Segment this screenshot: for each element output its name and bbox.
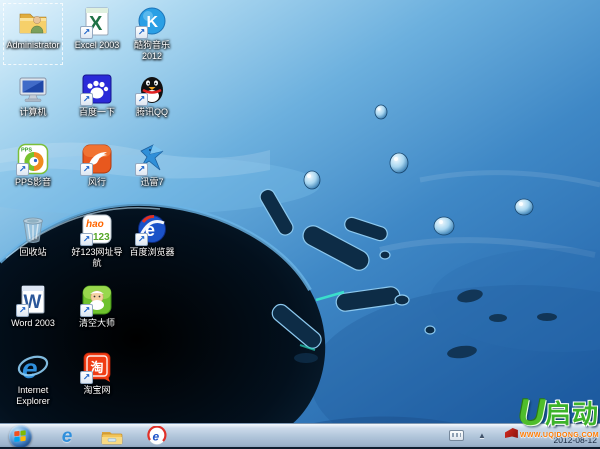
shortcut-arrow-icon: ↗	[80, 93, 93, 106]
svg-text:PPS: PPS	[21, 148, 32, 154]
tray-clock-date[interactable]: 2012-08-12	[554, 435, 597, 445]
ie-icon: e	[17, 351, 49, 383]
baidu-browser-e-icon: e	[147, 426, 167, 446]
user-folder-icon	[17, 6, 49, 38]
shortcut-arrow-icon: ↗	[80, 371, 93, 384]
desktop-icon-recycle-bin[interactable]: 回收站	[1, 213, 65, 258]
start-button[interactable]	[5, 425, 35, 447]
svg-text:123: 123	[93, 232, 110, 243]
funshion-bird-icon: ↗	[81, 143, 113, 175]
folder-icon	[100, 426, 124, 446]
svg-text:K: K	[147, 14, 159, 31]
icon-label: 腾讯QQ	[124, 107, 180, 118]
icon-label: 酷狗音乐 2012	[124, 40, 180, 62]
recycle-bin-icon	[17, 213, 49, 245]
taskbar-internet-explorer[interactable]: e	[52, 425, 82, 447]
shortcut-arrow-icon: ↗	[80, 163, 93, 176]
desktop-icon-xunlei[interactable]: ↗ 迅雷7	[120, 143, 184, 188]
desktop-icon-administrator[interactable]: Administrator	[1, 6, 65, 51]
windows-flag-icon	[9, 425, 32, 448]
desktop-icon-pps[interactable]: PPS ↗ PPS影音	[1, 143, 65, 188]
computer-icon	[17, 73, 49, 105]
shortcut-arrow-icon: ↗	[80, 26, 93, 39]
icon-label: 好123网址导航	[69, 247, 125, 269]
desktop-icon-tencent-qq[interactable]: ↗ 腾讯QQ	[120, 73, 184, 118]
shortcut-arrow-icon: ↗	[135, 163, 148, 176]
taskbar-windows-explorer[interactable]	[97, 425, 127, 447]
shortcut-arrow-icon: ↗	[16, 163, 29, 176]
desktop-icon-kugou-music[interactable]: K ↗ 酷狗音乐 2012	[120, 6, 184, 62]
shortcut-arrow-icon: ↗	[80, 304, 93, 317]
taobao-icon: 淘 ↗	[81, 351, 113, 383]
baidu-browser-icon: e ↗	[136, 213, 168, 245]
icon-label: 百度一下	[69, 107, 125, 118]
shortcut-arrow-icon: ↗	[135, 233, 148, 246]
hao123-icon: hao 123 ↗	[81, 213, 113, 245]
icon-label: 回收站	[5, 247, 61, 258]
desktop: Administrator X ↗ Excel 2003 K ↗ 酷狗音乐 20…	[0, 0, 600, 449]
icon-label: Word 2003	[5, 318, 61, 329]
pps-icon: PPS ↗	[17, 143, 49, 175]
desktop-icon-taobao[interactable]: 淘 ↗ 淘宝网	[65, 351, 129, 396]
icon-label: 风行	[69, 177, 125, 188]
ie-e-icon: e	[62, 427, 73, 446]
desktop-icon-computer[interactable]: 计算机	[1, 73, 65, 118]
shortcut-arrow-icon: ↗	[16, 304, 29, 317]
icon-label: Excel 2003	[69, 40, 125, 51]
taskbar-baidu-browser[interactable]: e	[142, 425, 172, 447]
shortcut-arrow-icon: ↗	[80, 233, 93, 246]
shortcut-arrow-icon: ↗	[135, 93, 148, 106]
icon-label: 计算机	[5, 107, 61, 118]
taskbar: e e	[0, 423, 600, 447]
icon-label: 淘宝网	[69, 385, 125, 396]
xunlei-bird-icon: ↗	[136, 143, 168, 175]
desktop-icon-qingkong-master[interactable]: ↗ 清空大师	[65, 284, 129, 329]
icon-label: 清空大师	[69, 318, 125, 329]
excel-icon: X ↗	[81, 6, 113, 38]
word-icon: W ↗	[17, 284, 49, 316]
qq-penguin-icon: ↗	[136, 73, 168, 105]
baidu-paw-icon: ↗	[81, 73, 113, 105]
shortcut-arrow-icon: ↗	[135, 26, 148, 39]
svg-text:hao: hao	[86, 219, 104, 230]
icon-label: Internet Explorer	[5, 385, 61, 407]
kugou-icon: K ↗	[136, 6, 168, 38]
input-method-keyboard-icon[interactable]	[449, 430, 464, 441]
desktop-icon-baidu-browser[interactable]: e ↗ 百度浏览器	[120, 213, 184, 258]
icon-label: 迅雷7	[124, 177, 180, 188]
icon-label: 百度浏览器	[124, 247, 180, 258]
old-master-face-icon: ↗	[81, 284, 113, 316]
show-hidden-icons-button[interactable]: ▲	[478, 431, 486, 440]
desktop-icon-word-2003[interactable]: W ↗ Word 2003	[1, 284, 65, 329]
icon-label: PPS影音	[5, 177, 61, 188]
svg-text:e: e	[153, 430, 160, 444]
desktop-icon-internet-explorer[interactable]: e Internet Explorer	[1, 351, 65, 407]
